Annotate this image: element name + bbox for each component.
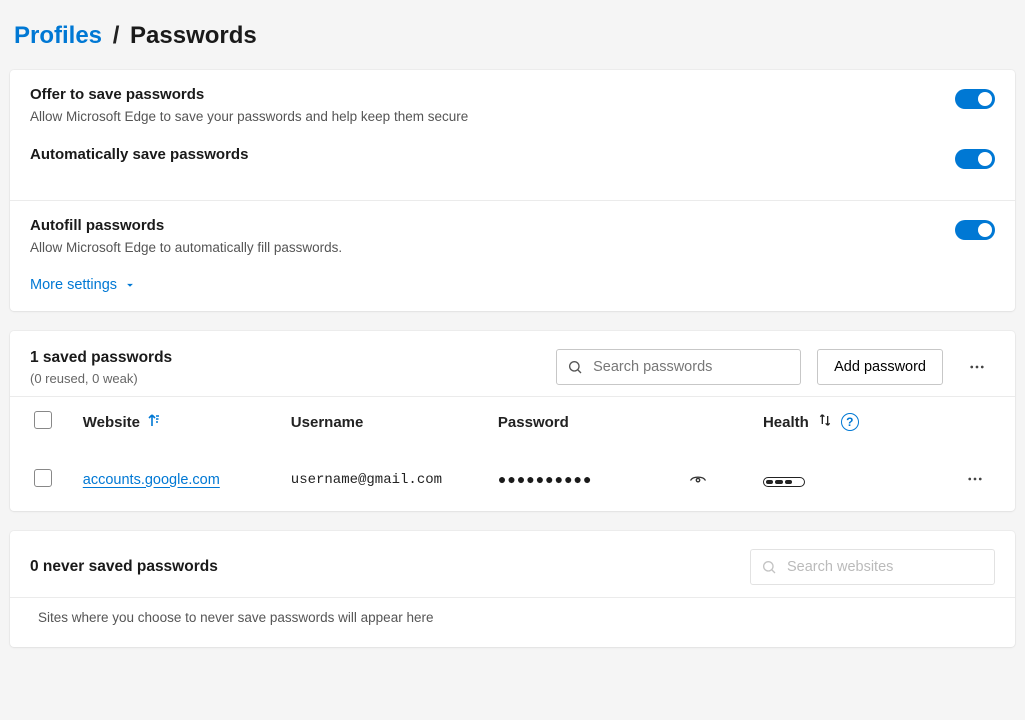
select-row-checkbox[interactable] (34, 469, 52, 487)
reveal-password-icon[interactable] (689, 470, 707, 488)
search-never-input (787, 559, 984, 575)
password-username: username@gmail.com (291, 472, 442, 488)
breadcrumb-current: Passwords (130, 22, 257, 49)
col-header-username[interactable]: Username (291, 414, 364, 431)
breadcrumb: Profiles / Passwords (10, 10, 1015, 70)
search-never-saved (750, 549, 995, 585)
toggle-auto-save[interactable] (955, 149, 995, 169)
sort-asc-icon (148, 414, 160, 431)
password-settings-card: Offer to save passwords Allow Microsoft … (10, 70, 1015, 311)
search-icon (567, 359, 583, 375)
col-website-label: Website (83, 414, 140, 431)
setting-autosave-title: Automatically save passwords (30, 146, 248, 163)
more-horizontal-icon (968, 358, 986, 376)
setting-autofill-title: Autofill passwords (30, 217, 342, 234)
saved-count: 1 saved passwords (30, 349, 540, 367)
setting-auto-save: Automatically save passwords (10, 140, 1015, 200)
health-help-icon[interactable]: ? (841, 413, 859, 431)
never-saved-count: 0 never saved passwords (30, 558, 734, 576)
setting-offer-to-save: Offer to save passwords Allow Microsoft … (10, 70, 1015, 140)
more-settings-expander[interactable]: More settings (10, 271, 1015, 311)
saved-overflow-button[interactable] (959, 349, 995, 385)
password-masked: ●●●●●●●●●● (498, 471, 593, 487)
setting-offer-desc: Allow Microsoft Edge to save your passwo… (30, 109, 468, 124)
more-settings-label: More settings (30, 277, 117, 293)
setting-offer-title: Offer to save passwords (30, 86, 468, 103)
password-website-link[interactable]: accounts.google.com (83, 472, 220, 488)
col-header-website[interactable]: Website (83, 414, 275, 431)
search-icon (761, 559, 777, 575)
add-password-button[interactable]: Add password (817, 349, 943, 385)
passwords-table: Website Username Password (10, 396, 1015, 511)
setting-autofill: Autofill passwords Allow Microsoft Edge … (10, 200, 1015, 271)
saved-subcount: (0 reused, 0 weak) (30, 371, 540, 386)
search-passwords[interactable] (556, 349, 801, 385)
never-saved-description: Sites where you choose to never save pas… (10, 597, 1015, 647)
row-overflow-button[interactable] (957, 461, 993, 497)
sort-both-icon[interactable] (817, 412, 833, 432)
search-passwords-input[interactable] (593, 359, 790, 375)
chevron-down-icon (123, 278, 137, 292)
saved-passwords-card: 1 saved passwords (0 reused, 0 weak) Add… (10, 331, 1015, 511)
setting-autofill-desc: Allow Microsoft Edge to automatically fi… (30, 240, 342, 255)
select-all-checkbox[interactable] (34, 411, 52, 429)
toggle-autofill[interactable] (955, 220, 995, 240)
never-saved-card: 0 never saved passwords Sites where you … (10, 531, 1015, 647)
more-horizontal-icon (966, 470, 984, 488)
table-row: accounts.google.com username@gmail.com ●… (10, 447, 1015, 511)
breadcrumb-separator: / (113, 22, 120, 49)
col-header-health[interactable]: Health (763, 414, 809, 431)
password-health-icon (763, 477, 805, 487)
breadcrumb-root[interactable]: Profiles (14, 22, 102, 49)
toggle-offer-to-save[interactable] (955, 89, 995, 109)
col-header-password[interactable]: Password (498, 414, 569, 431)
